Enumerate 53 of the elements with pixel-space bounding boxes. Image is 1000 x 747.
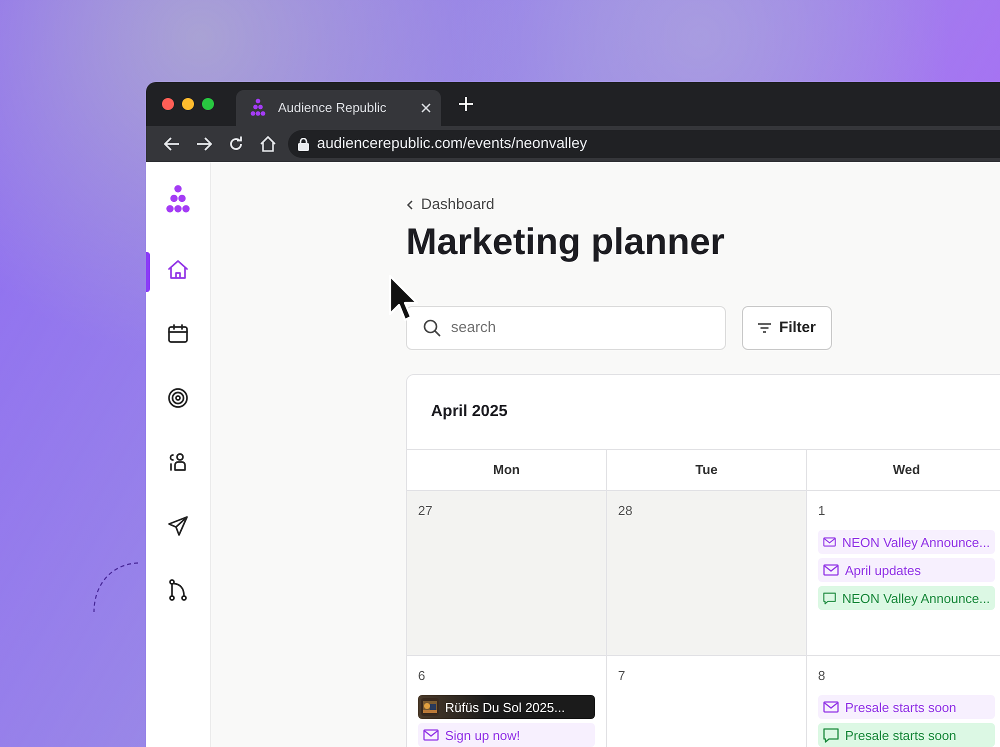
search-field[interactable]: search xyxy=(406,306,726,350)
back-icon[interactable] xyxy=(164,137,180,151)
cursor-icon xyxy=(388,274,418,324)
maximize-dot[interactable] xyxy=(202,98,214,110)
month-title: April 2025 xyxy=(431,402,508,422)
email-event[interactable]: April updates xyxy=(818,558,995,582)
plus-icon[interactable] xyxy=(459,97,473,111)
mail-icon xyxy=(423,729,439,742)
forward-icon[interactable] xyxy=(196,137,212,151)
day-number: 1 xyxy=(818,502,826,520)
weekday-label: Wed xyxy=(892,461,920,480)
day-number: 7 xyxy=(618,666,626,685)
home-icon[interactable] xyxy=(260,136,276,152)
address-bar[interactable]: audiencerepublic.com/events/neonvalley xyxy=(288,130,1000,158)
mail-icon xyxy=(823,564,839,576)
event-chip[interactable]: Rüfüs Du Sol 2025... xyxy=(418,695,595,720)
day-number: 28 xyxy=(618,502,632,520)
send-icon xyxy=(166,514,190,538)
lock-icon xyxy=(298,138,309,150)
weekday-label: Mon xyxy=(493,461,520,480)
home-icon xyxy=(166,258,190,282)
email-event[interactable]: Presale starts soon xyxy=(818,695,995,720)
filter-button[interactable]: Filter xyxy=(742,306,832,350)
search-input[interactable]: search xyxy=(449,316,689,340)
search-icon xyxy=(423,318,441,337)
close-dot[interactable] xyxy=(162,98,174,110)
target-icon xyxy=(166,386,190,410)
email-event[interactable]: NEON Valley Announce... xyxy=(818,530,995,554)
breadcrumb-link[interactable]: Dashboard xyxy=(421,194,494,216)
day-number: 27 xyxy=(418,502,432,520)
sms-event[interactable]: Presale starts soon xyxy=(818,723,995,747)
logo-icon xyxy=(248,98,268,118)
reload-icon[interactable] xyxy=(228,136,244,152)
browser-tab[interactable]: Audience Republic xyxy=(236,90,441,126)
branch-icon xyxy=(166,578,190,602)
url-text: audiencerepublic.com/events/neonvalley xyxy=(317,134,588,154)
mail-icon xyxy=(823,536,836,548)
day-number: 8 xyxy=(818,666,826,685)
calendar-icon xyxy=(166,322,190,346)
filter-icon xyxy=(758,322,772,333)
minimize-dot[interactable] xyxy=(182,98,194,110)
tab-title: Audience Republic xyxy=(278,99,388,118)
mail-icon xyxy=(823,701,839,714)
dashed-arc xyxy=(92,562,140,614)
sms-event[interactable]: NEON Valley Announce... xyxy=(818,586,995,610)
chat-icon xyxy=(823,590,836,606)
page-title: Marketing planner xyxy=(406,220,726,264)
chat-icon xyxy=(823,728,839,743)
email-event[interactable]: Sign up now! xyxy=(418,723,595,747)
weekday-label: Tue xyxy=(695,461,718,480)
close-icon[interactable] xyxy=(421,103,431,113)
chevron-left-icon[interactable] xyxy=(406,200,413,210)
day-number: 6 xyxy=(418,666,426,685)
